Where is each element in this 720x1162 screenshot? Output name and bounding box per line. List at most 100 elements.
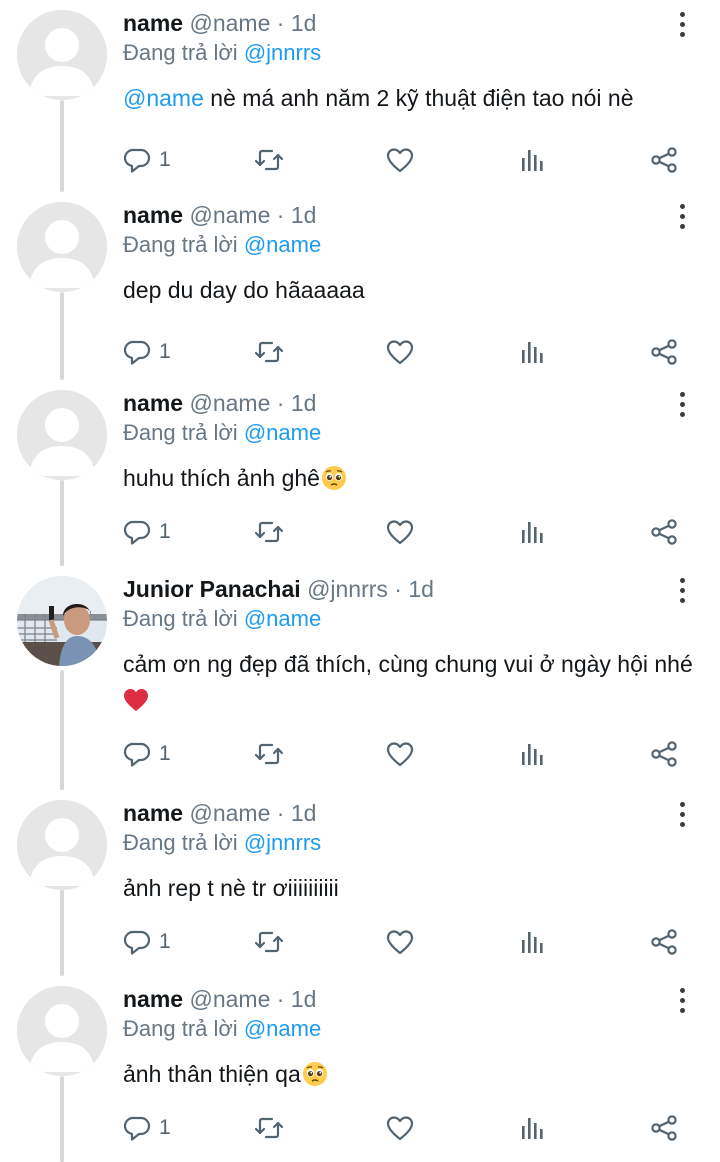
- retweet-button[interactable]: [254, 734, 284, 774]
- avatar[interactable]: [17, 10, 107, 100]
- like-icon: [386, 147, 414, 173]
- replying-to-mention[interactable]: @name: [244, 1016, 321, 1041]
- like-button[interactable]: [386, 734, 414, 774]
- display-name[interactable]: Junior Panachai: [123, 576, 301, 602]
- like-button[interactable]: [386, 922, 414, 962]
- replying-to-mention[interactable]: @name: [244, 606, 321, 631]
- action-bar: 1: [0, 734, 720, 774]
- meta-separator: ·: [270, 10, 291, 36]
- reply-button[interactable]: 1: [123, 332, 171, 372]
- share-button[interactable]: [650, 922, 678, 962]
- meta-separator: ·: [387, 576, 409, 602]
- retweet-icon: [254, 339, 284, 365]
- views-button[interactable]: [520, 512, 544, 552]
- retweet-button[interactable]: [254, 922, 284, 962]
- reply-count: 1: [159, 1116, 171, 1139]
- reply-count: 1: [159, 520, 171, 543]
- post-header: name @name · 1d: [123, 388, 316, 418]
- share-button[interactable]: [650, 512, 678, 552]
- post-timestamp: 1d: [290, 202, 317, 228]
- reply-post: name @name · 1d Đang trả lời @name dep du …: [0, 192, 720, 380]
- replying-to-line: Đang trả lời @jnnrrs: [123, 38, 321, 68]
- share-icon: [650, 338, 678, 366]
- retweet-icon: [254, 1115, 284, 1141]
- views-icon: [520, 520, 544, 544]
- views-button[interactable]: [520, 140, 544, 180]
- retweet-button[interactable]: [254, 1108, 284, 1148]
- display-name[interactable]: name: [123, 202, 183, 228]
- more-icon[interactable]: [672, 6, 692, 42]
- views-button[interactable]: [520, 1108, 544, 1148]
- user-handle[interactable]: @name: [189, 986, 270, 1012]
- avatar[interactable]: [17, 986, 107, 1076]
- more-icon[interactable]: [672, 386, 692, 422]
- share-button[interactable]: [650, 332, 678, 372]
- body-mention[interactable]: @name: [123, 85, 204, 111]
- more-icon[interactable]: [672, 796, 692, 832]
- display-name[interactable]: name: [123, 390, 183, 416]
- avatar[interactable]: [17, 202, 107, 292]
- more-icon[interactable]: [672, 198, 692, 234]
- share-icon: [650, 928, 678, 956]
- like-button[interactable]: [386, 512, 414, 552]
- post-timestamp: 1d: [290, 390, 317, 416]
- reply-button[interactable]: 1: [123, 1108, 171, 1148]
- post-timestamp: 1d: [408, 576, 434, 602]
- replying-to-mention[interactable]: @jnnrrs: [244, 830, 321, 855]
- share-icon: [650, 740, 678, 768]
- user-handle[interactable]: @jnnrrs: [307, 576, 388, 602]
- meta-separator: ·: [270, 986, 291, 1012]
- post-body: cảm ơn ng đẹp đã thích, cùng chung vui ở…: [123, 651, 693, 677]
- like-button[interactable]: [386, 332, 414, 372]
- reply-count: 1: [159, 930, 171, 953]
- views-button[interactable]: [520, 922, 544, 962]
- share-button[interactable]: [650, 734, 678, 774]
- user-handle[interactable]: @name: [189, 800, 270, 826]
- retweet-button[interactable]: [254, 140, 284, 180]
- share-button[interactable]: [650, 1108, 678, 1148]
- replying-to-mention[interactable]: @jnnrrs: [244, 40, 321, 65]
- replying-to-mention[interactable]: @name: [244, 420, 321, 445]
- post-header: name @name · 1d: [123, 984, 316, 1014]
- reply-count: 1: [159, 148, 171, 171]
- reply-button[interactable]: 1: [123, 140, 171, 180]
- retweet-icon: [254, 519, 284, 545]
- reply-button[interactable]: 1: [123, 734, 171, 774]
- retweet-button[interactable]: [254, 512, 284, 552]
- avatar[interactable]: [17, 390, 107, 480]
- post-header: Junior Panachai @jnnrrs · 1d: [123, 574, 434, 604]
- avatar[interactable]: [17, 800, 107, 890]
- views-button[interactable]: [520, 332, 544, 372]
- retweet-button[interactable]: [254, 332, 284, 372]
- retweet-icon: [254, 741, 284, 767]
- retweet-icon: [254, 147, 284, 173]
- like-icon: [386, 929, 414, 955]
- reply-post: name @name · 1d Đang trả lời @name ảnh thâ…: [0, 976, 720, 1162]
- like-button[interactable]: [386, 140, 414, 180]
- avatar[interactable]: [17, 576, 107, 666]
- post-body: nè má anh năm 2 kỹ thuật điện tao nói nè: [203, 85, 634, 111]
- reply-icon: [123, 518, 151, 546]
- display-name[interactable]: name: [123, 800, 183, 826]
- share-button[interactable]: [650, 140, 678, 180]
- replying-to-mention[interactable]: @name: [244, 232, 321, 257]
- post-text: ảnh thân thiện qa: [123, 1056, 703, 1092]
- post-text: huhu thích ảnh ghê: [123, 460, 703, 496]
- reply-button[interactable]: 1: [123, 512, 171, 552]
- display-name[interactable]: name: [123, 986, 183, 1012]
- like-button[interactable]: [386, 1108, 414, 1148]
- user-handle[interactable]: @name: [189, 390, 270, 416]
- post-header: name @name · 1d: [123, 798, 316, 828]
- user-handle[interactable]: @name: [189, 10, 270, 36]
- more-icon[interactable]: [672, 982, 692, 1018]
- user-handle[interactable]: @name: [189, 202, 270, 228]
- pleading-face-emoji: [320, 465, 347, 491]
- replying-to-line: Đang trả lời @name: [123, 230, 321, 260]
- reply-button[interactable]: 1: [123, 922, 171, 962]
- replying-to-label: Đang trả lời: [123, 420, 238, 445]
- post-body: ảnh thân thiện qa: [123, 1061, 301, 1087]
- reply-icon: [123, 928, 151, 956]
- display-name[interactable]: name: [123, 10, 183, 36]
- views-button[interactable]: [520, 734, 544, 774]
- more-icon[interactable]: [672, 572, 692, 608]
